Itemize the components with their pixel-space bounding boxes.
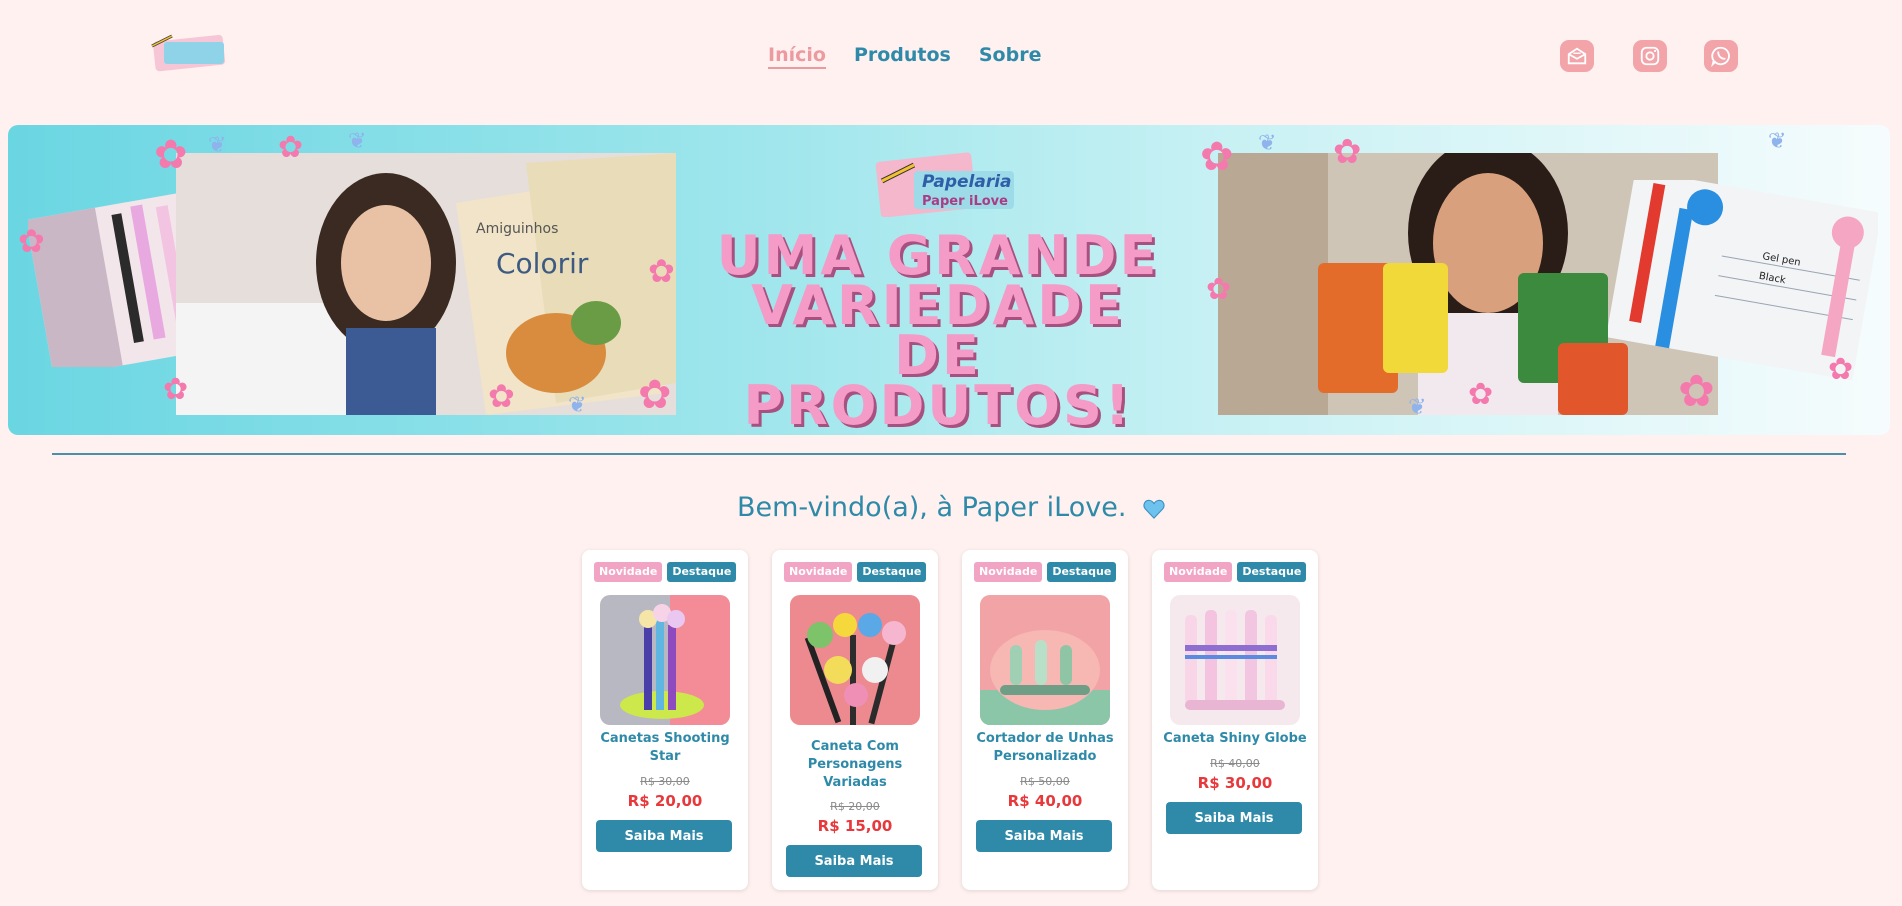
banner-logo: Papelaria Paper iLove (875, 152, 1014, 217)
flower-decoration: ✿ (1468, 377, 1494, 412)
welcome-text: Bem-vindo(a), à Paper iLove. (736, 492, 1127, 523)
flower-decoration: ✿ (278, 130, 304, 165)
saiba-mais-button[interactable]: Saiba Mais (596, 820, 732, 852)
banner-logo-line1: Papelaria (922, 172, 1012, 192)
instagram-button[interactable] (1633, 40, 1667, 72)
flower-decoration: ✿ (154, 132, 188, 178)
current-price: R$ 30,00 (1197, 774, 1273, 792)
leaf-decoration: ❦ (1258, 131, 1277, 156)
saiba-mais-button[interactable]: Saiba Mais (786, 845, 922, 877)
flower-decoration: ✿ (1828, 352, 1854, 387)
headline-line-2: VARIEDADE DE (751, 274, 1125, 387)
saiba-mais-button[interactable]: Saiba Mais (976, 820, 1112, 852)
leaf-decoration: ❦ (1408, 395, 1427, 420)
whatsapp-icon (1711, 46, 1730, 67)
mail-icon (1567, 47, 1587, 65)
pens-notepad-photo: Gel pen Black (1608, 180, 1878, 380)
banner-logo-line2: Paper iLove (922, 194, 1008, 209)
welcome-heading: Bem-vindo(a), à Paper iLove. (0, 492, 1902, 523)
hero-banner: Amiguinhos Colorir Gel pen Black ✿ ✿ ✿ ✿… (8, 125, 1890, 435)
product-card: Novidade Destaque Canetas Shooting Star … (582, 550, 748, 890)
heart-icon (1143, 499, 1165, 519)
leaf-decoration: ❦ (348, 129, 367, 154)
headline-line-3: PRODUTOS! (743, 374, 1133, 435)
flower-decoration: ✿ (1333, 132, 1362, 172)
current-price: R$ 15,00 (817, 817, 893, 835)
main-nav: Início Produtos Sobre (768, 44, 1041, 69)
product-name[interactable]: Cortador de Unhas Personalizado (970, 730, 1120, 766)
nav-sobre[interactable]: Sobre (979, 44, 1042, 69)
old-price: R$ 40,00 (1210, 757, 1260, 770)
site-header: Início Produtos Sobre (0, 0, 1902, 120)
old-price: R$ 30,00 (640, 775, 690, 788)
flower-decoration: ✿ (648, 252, 675, 290)
product-image[interactable] (1170, 595, 1300, 725)
flower-decoration: ✿ (1678, 366, 1715, 417)
flower-decoration: ✿ (1200, 134, 1234, 180)
old-price: R$ 50,00 (1020, 775, 1070, 788)
leaf-decoration: ❦ (208, 133, 227, 158)
book-text-2: Colorir (496, 247, 589, 280)
product-card: Novidade Destaque Cortador de Unhas Pers… (962, 550, 1128, 890)
current-price: R$ 20,00 (627, 792, 703, 810)
product-image[interactable] (790, 595, 920, 725)
product-name[interactable]: Caneta Com Personagens Variadas (780, 738, 930, 792)
flower-decoration: ✿ (488, 377, 515, 415)
brand-logo[interactable] (150, 32, 230, 74)
current-price: R$ 40,00 (1007, 792, 1083, 810)
novidade-badge: Novidade (594, 562, 663, 582)
leaf-decoration: ❦ (1768, 129, 1787, 154)
nav-inicio[interactable]: Início (768, 44, 826, 69)
flower-decoration: ✿ (18, 222, 45, 260)
flower-decoration: ✿ (163, 372, 189, 407)
saiba-mais-button[interactable]: Saiba Mais (1166, 802, 1302, 834)
product-image[interactable] (980, 595, 1110, 725)
destaque-badge: Destaque (857, 562, 927, 582)
destaque-badge: Destaque (667, 562, 737, 582)
whatsapp-button[interactable] (1704, 40, 1738, 72)
book-text-1: Amiguinhos (476, 221, 558, 237)
flower-decoration: ✿ (638, 372, 672, 418)
leaf-decoration: ❦ (568, 393, 587, 418)
girl-books-photo: Amiguinhos Colorir (176, 153, 676, 415)
novidade-badge: Novidade (1164, 562, 1233, 582)
flower-decoration: ✿ (1206, 272, 1232, 307)
novidade-badge: Novidade (784, 562, 853, 582)
destaque-badge: Destaque (1237, 562, 1307, 582)
product-image[interactable] (600, 595, 730, 725)
instagram-icon (1640, 46, 1660, 66)
nav-produtos[interactable]: Produtos (854, 44, 951, 69)
destaque-badge: Destaque (1047, 562, 1117, 582)
product-card: Novidade Destaque Caneta Com Personagens… (772, 550, 938, 890)
novidade-badge: Novidade (974, 562, 1043, 582)
banner-headline: UMA GRANDE VARIEDADE DE PRODUTOS! (708, 229, 1168, 435)
product-name[interactable]: Caneta Shiny Globe (1160, 730, 1310, 748)
old-price: R$ 20,00 (830, 800, 880, 813)
product-card: Novidade Destaque Caneta Shiny Globe R$ … (1152, 550, 1318, 890)
mail-button[interactable] (1560, 40, 1594, 72)
section-divider (52, 453, 1846, 455)
product-name[interactable]: Canetas Shooting Star (590, 730, 740, 766)
